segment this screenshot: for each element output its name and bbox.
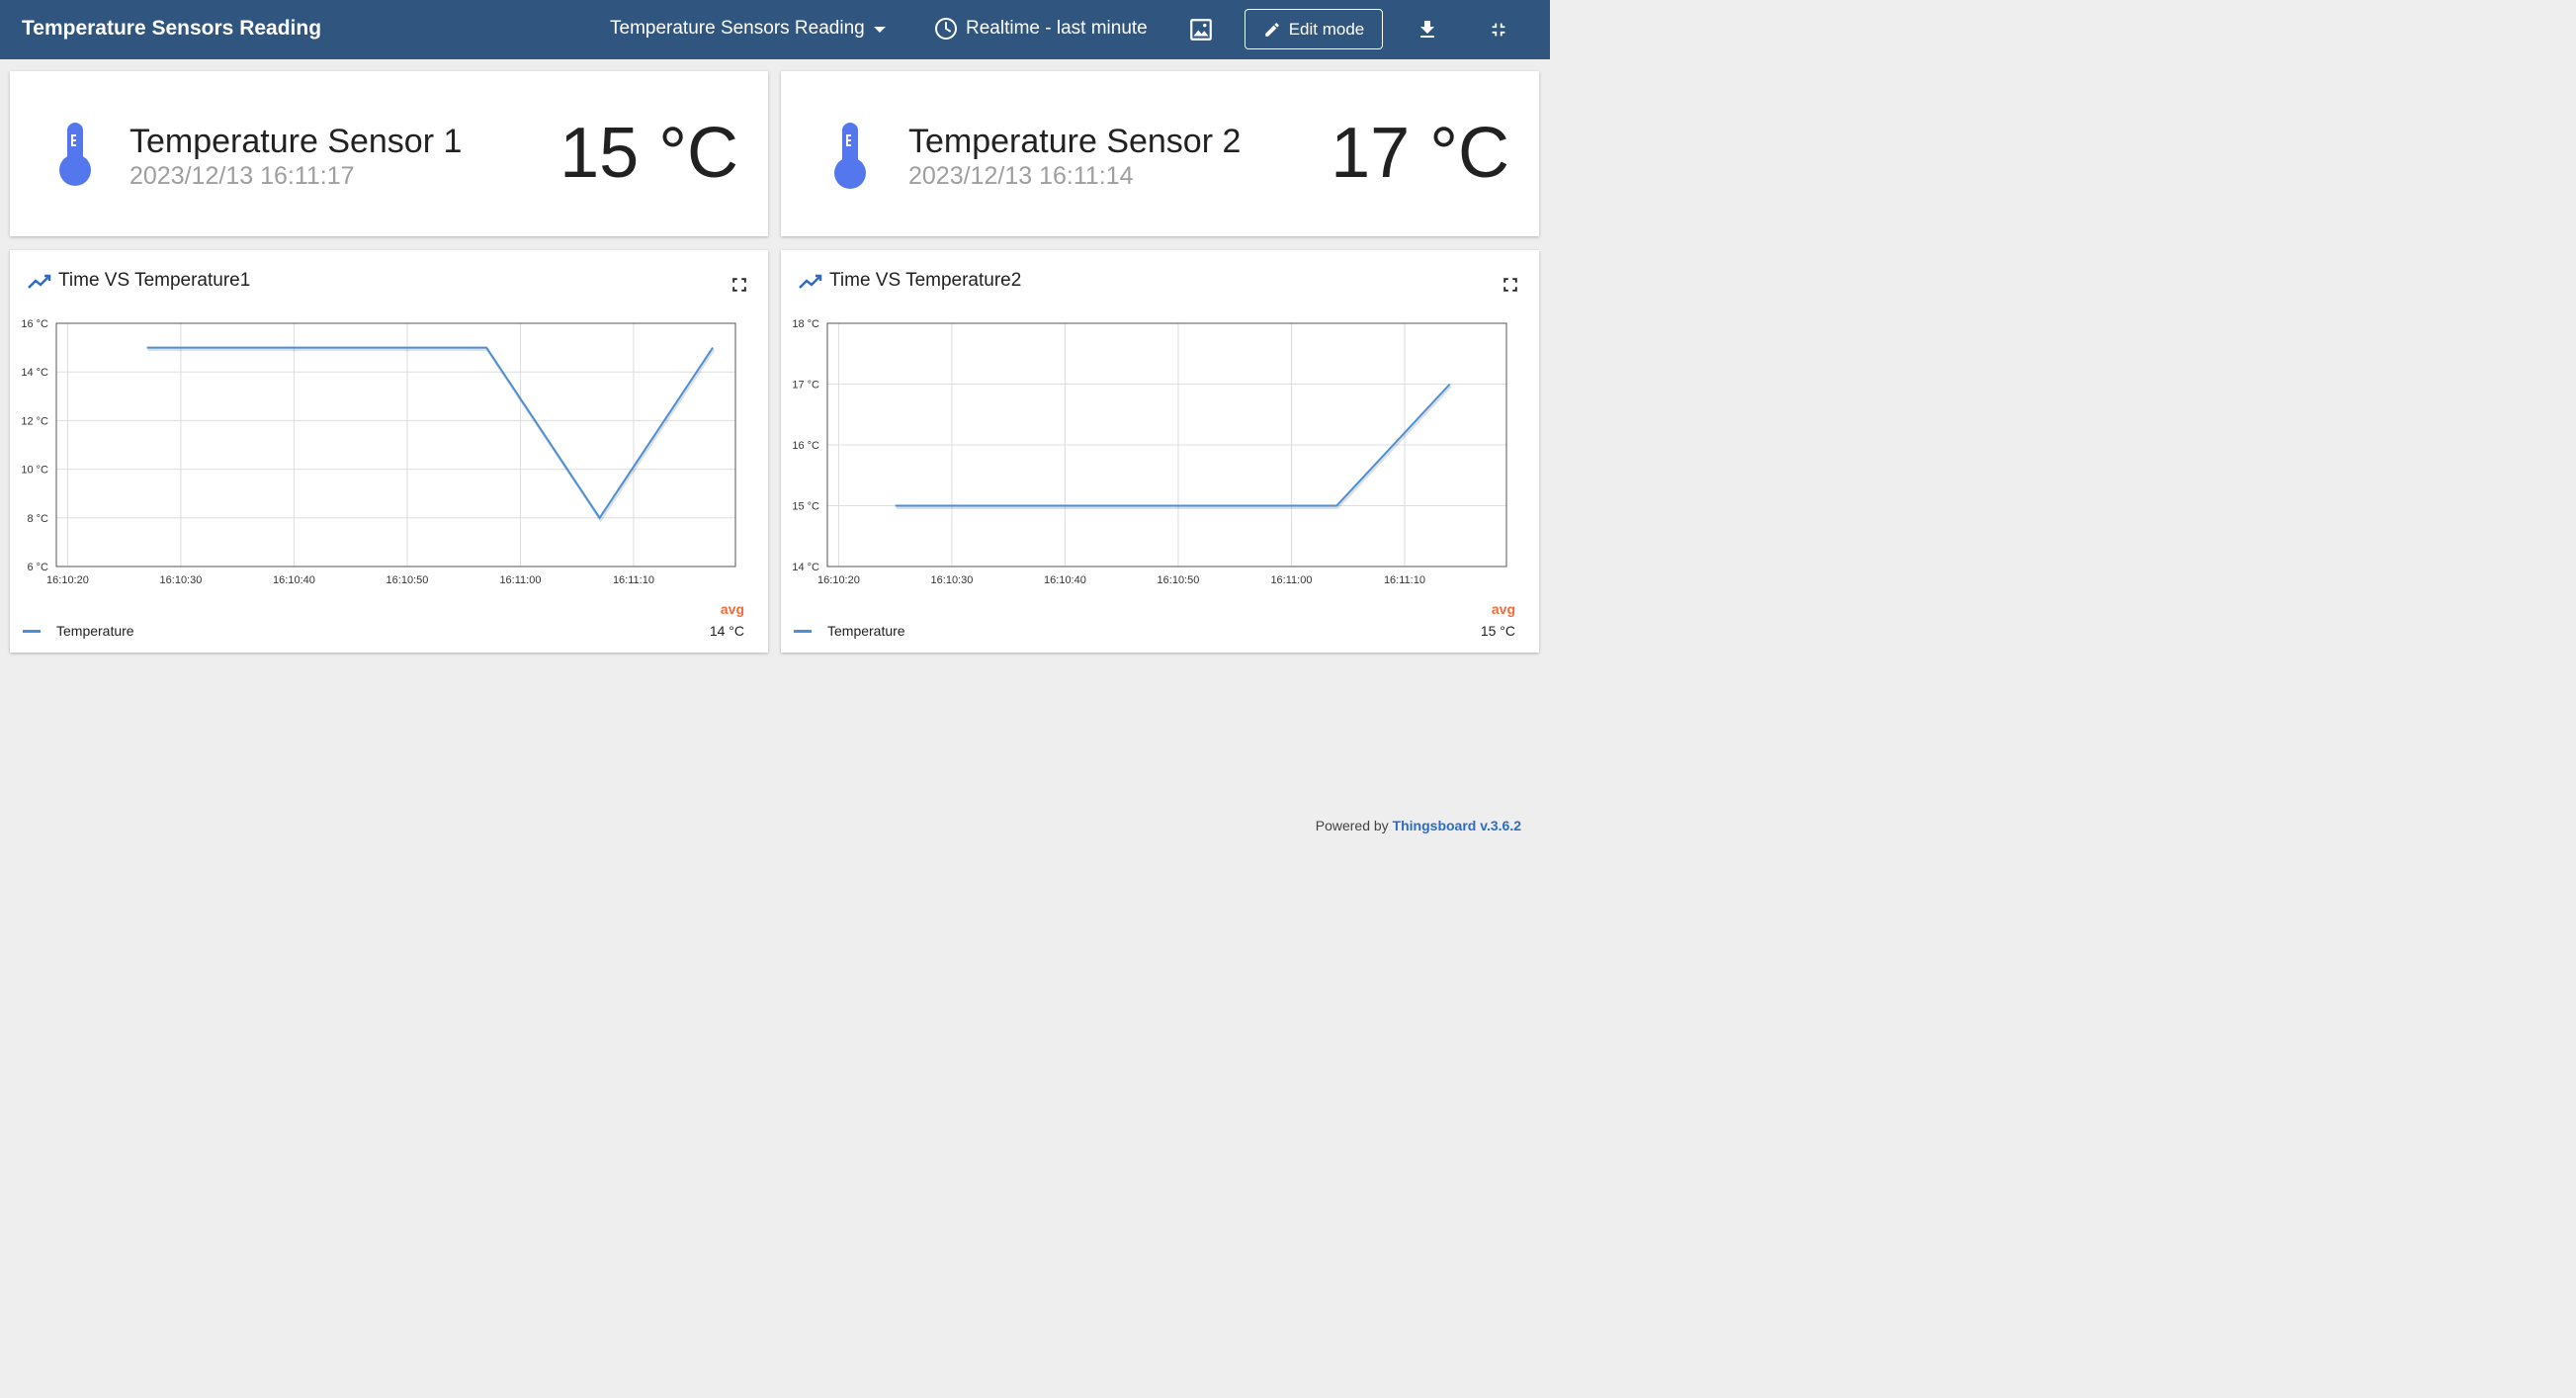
footer-brand-link[interactable]: Thingsboard v.3.6.2 (1393, 818, 1521, 833)
page-title: Temperature Sensors Reading (22, 17, 322, 40)
sensor-value: 17 °C (1331, 114, 1509, 193)
sensor-value: 15 °C (559, 114, 738, 193)
thermometer-icon (834, 123, 866, 189)
footer: Powered by Thingsboard v.3.6.2 (1316, 818, 1521, 833)
dashboard-selector-label: Temperature Sensors Reading (610, 18, 865, 39)
x-tick-label: 16:11:00 (1270, 574, 1312, 586)
line-chart: 6 °C 8 °C 10 °C 12 °C 14 °C 16 °C 16:10:20 16:1… (21, 318, 736, 586)
series-shadow (147, 348, 716, 523)
y-tick-label: 15 °C (792, 501, 819, 513)
x-tick-label: 16:10:30 (931, 574, 974, 586)
x-tick-label: 16:10:40 (273, 574, 315, 586)
export-image-button[interactable] (1181, 10, 1221, 49)
sensor-card-2: Temperature Sensor 2 2023/12/13 16:11:14… (781, 71, 1539, 236)
x-tick-label: 16:10:50 (386, 574, 429, 586)
chart-title: Time VS Temperature2 (829, 270, 1022, 291)
edit-mode-label: Edit mode (1288, 19, 1365, 39)
chart-card-2: Time VS Temperature2 14 °C 15 °C 16 °C 17 °… (781, 250, 1539, 653)
x-tick-label: 16:10:30 (160, 574, 203, 586)
x-tick-label: 16:10:50 (1158, 574, 1200, 586)
avg-value: 14 °C (709, 623, 744, 639)
series-shadow (896, 385, 1452, 509)
timewindow-label: Realtime - last minute (966, 18, 1148, 39)
fullscreen-icon[interactable] (730, 276, 748, 294)
avg-value: 15 °C (1480, 623, 1515, 639)
y-tick-label: 10 °C (21, 465, 48, 477)
download-button[interactable] (1408, 10, 1447, 49)
series-line (146, 346, 714, 520)
pencil-icon (1264, 22, 1279, 37)
footer-prefix: Powered by (1315, 818, 1389, 833)
y-tick-label: 8 °C (27, 513, 48, 525)
avg-label: avg (1491, 601, 1515, 617)
clock-icon (935, 18, 957, 40)
edit-mode-button[interactable]: Edit mode (1245, 9, 1383, 49)
sensor-card-1: Temperature Sensor 1 2023/12/13 16:11:17… (10, 71, 768, 236)
y-tick-label: 16 °C (792, 440, 819, 452)
image-icon (1190, 19, 1212, 41)
trending-up-icon (28, 274, 51, 289)
timewindow-button[interactable]: Realtime - last minute (934, 17, 1148, 41)
sensor-name: Temperature Sensor 1 (129, 123, 463, 160)
x-tick-label: 16:11:10 (613, 574, 654, 586)
legend-swatch (23, 630, 41, 633)
y-tick-label: 14 °C (792, 562, 819, 573)
x-tick-label: 16:10:20 (817, 574, 860, 586)
y-tick-label: 6 °C (27, 562, 48, 573)
sensor-timestamp: 2023/12/13 16:11:14 (908, 162, 1134, 190)
download-icon (1420, 21, 1434, 38)
thermometer-icon (59, 123, 91, 186)
y-tick-label: 14 °C (21, 367, 48, 379)
y-tick-label: 17 °C (792, 380, 819, 392)
line-chart: 14 °C 15 °C 16 °C 17 °C 18 °C 16:10:20 16:10:3… (792, 318, 1507, 586)
y-tick-label: 12 °C (21, 415, 48, 427)
x-tick-label: 16:11:10 (1384, 574, 1425, 586)
legend-label[interactable]: Temperature (827, 623, 905, 639)
avg-label: avg (720, 601, 744, 617)
legend-label[interactable]: Temperature (56, 623, 134, 639)
exit-fullscreen-button[interactable] (1479, 10, 1518, 49)
sensor-name: Temperature Sensor 2 (908, 123, 1242, 160)
x-tick-label: 16:10:40 (1044, 574, 1086, 586)
chart-title: Time VS Temperature1 (58, 270, 251, 291)
trending-up-icon (799, 274, 822, 289)
exit-fullscreen-icon (1492, 23, 1505, 37)
caret-down-icon (873, 27, 886, 33)
sensor-timestamp: 2023/12/13 16:11:17 (129, 162, 355, 190)
dashboard-selector[interactable]: Temperature Sensors Reading (610, 18, 886, 40)
fullscreen-icon[interactable] (1502, 276, 1519, 294)
legend-swatch (794, 630, 812, 633)
x-tick-label: 16:10:20 (46, 574, 89, 586)
y-tick-label: 18 °C (792, 318, 819, 330)
x-tick-label: 16:11:00 (499, 574, 541, 586)
y-tick-label: 16 °C (21, 318, 48, 330)
top-bar: Temperature Sensors Reading Temperature … (0, 0, 1550, 59)
chart-card-1: Time VS Temperature1 6 °C 8 °C 10 °C 12 °C 1… (10, 250, 768, 653)
